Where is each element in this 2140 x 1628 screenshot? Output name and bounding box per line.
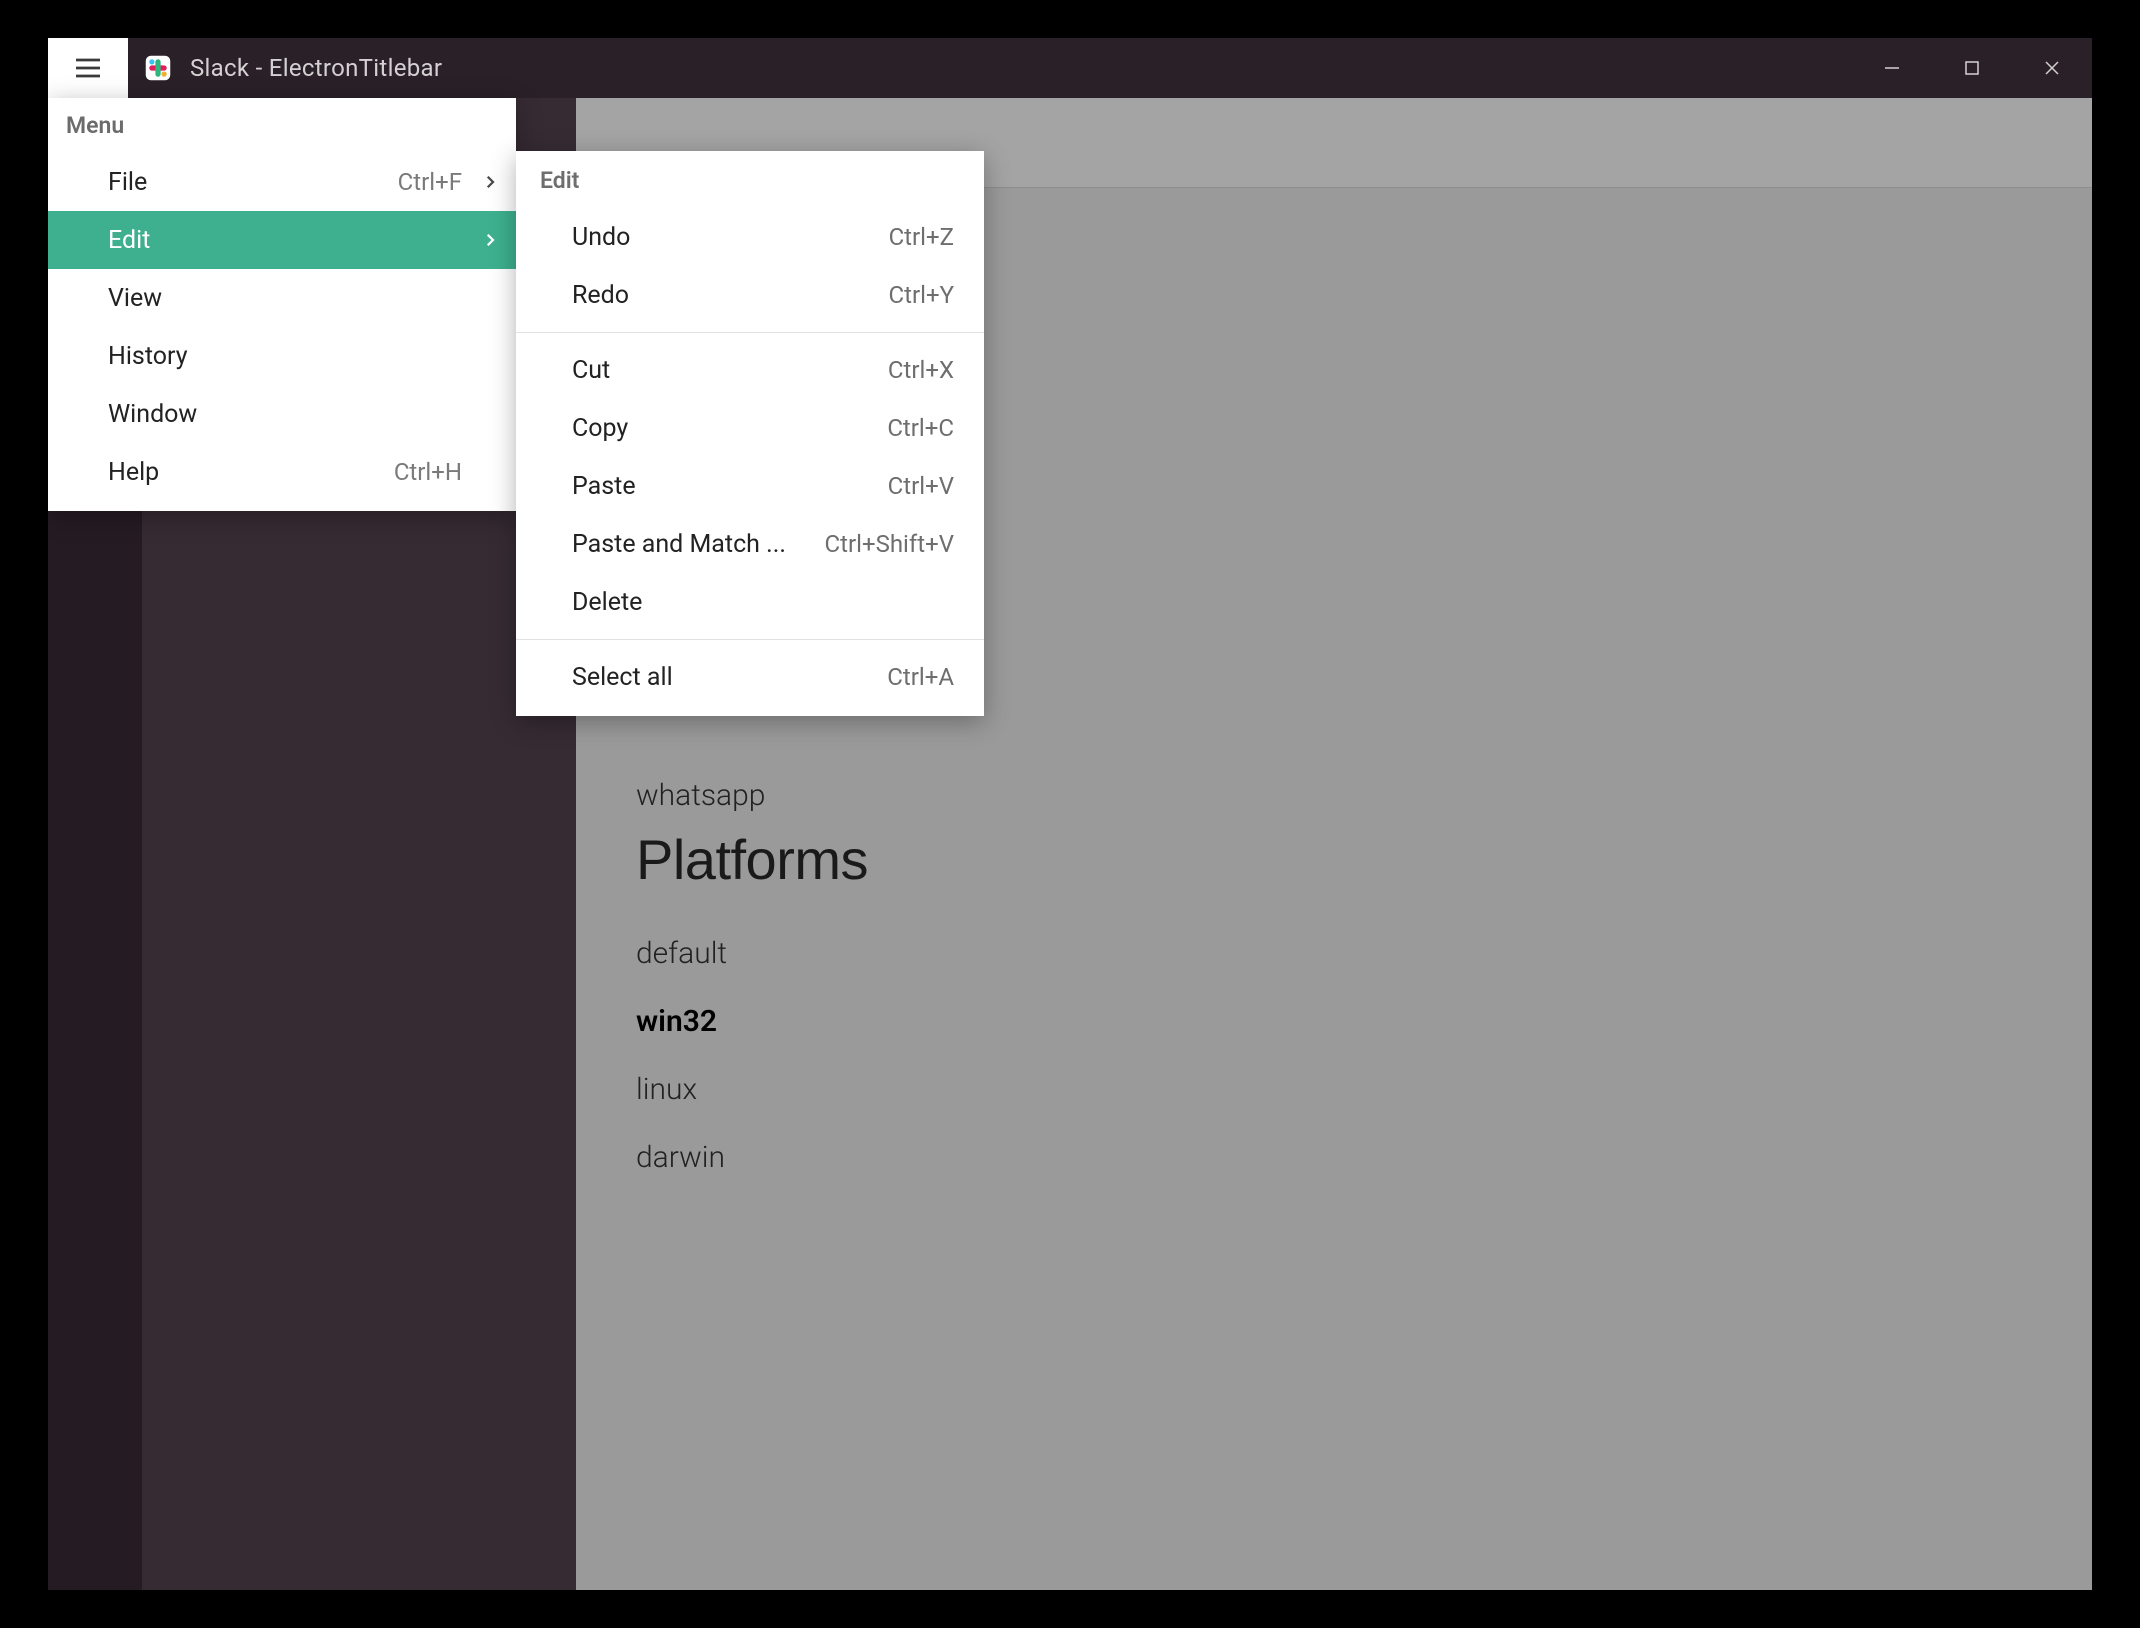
submenu-item-delete[interactable]: Delete xyxy=(516,573,984,631)
menu-item-file[interactable]: FileCtrl+F xyxy=(48,153,516,211)
titlebar: Slack - ElectronTitlebar xyxy=(48,38,2092,98)
submenu-item-accelerator: Ctrl+Shift+V xyxy=(825,530,954,558)
list-item[interactable]: whatsapp xyxy=(636,778,2032,813)
window-title: Slack - ElectronTitlebar xyxy=(190,54,442,82)
window-controls xyxy=(1852,38,2092,98)
app-icon xyxy=(142,52,174,84)
menu-item-accelerator: Ctrl+H xyxy=(394,458,462,486)
submenu-item-select-all[interactable]: Select all Ctrl+A xyxy=(516,648,984,706)
menu-item-label: Help xyxy=(108,458,394,487)
submenu-item-accelerator: Ctrl+X xyxy=(888,356,954,384)
menu-item-label: File xyxy=(108,168,398,197)
menu-separator xyxy=(516,639,984,640)
maximize-button[interactable] xyxy=(1932,38,2012,98)
submenu-item-paste[interactable]: Paste Ctrl+V xyxy=(516,457,984,515)
menu-item-label: Window xyxy=(108,400,496,429)
submenu-item-label: Copy xyxy=(572,414,875,443)
menu-item-edit[interactable]: Edit xyxy=(48,211,516,269)
submenu-item-label: Undo xyxy=(572,223,877,252)
submenu-item-label: Paste xyxy=(572,472,876,501)
submenu-item-paste-and-match-style[interactable]: Paste and Match ... Ctrl+Shift+V xyxy=(516,515,984,573)
main-menu-dropdown: Menu FileCtrl+F Edit View History Window Help… xyxy=(48,98,516,511)
menu-item-history[interactable]: History xyxy=(48,327,516,385)
menu-separator xyxy=(516,332,984,333)
submenu-item-accelerator: Ctrl+A xyxy=(887,663,954,691)
hamburger-icon xyxy=(72,52,104,84)
close-icon xyxy=(2042,58,2062,78)
chevron-right-icon xyxy=(478,173,502,191)
submenu-item-redo[interactable]: Redo Ctrl+Y xyxy=(516,266,984,324)
menu-item-help[interactable]: HelpCtrl+H xyxy=(48,443,516,501)
close-button[interactable] xyxy=(2012,38,2092,98)
submenu-item-undo[interactable]: Undo Ctrl+Z xyxy=(516,208,984,266)
submenu-item-label: Paste and Match ... xyxy=(572,530,813,559)
menu-item-accelerator: Ctrl+F xyxy=(398,168,462,196)
submenu-item-label: Delete xyxy=(572,588,942,617)
section-heading-platforms: Platforms xyxy=(636,827,2032,892)
platform-option-win32[interactable]: win32 xyxy=(636,988,2032,1056)
hamburger-menu-button[interactable] xyxy=(48,38,128,98)
submenu-item-cut[interactable]: Cut Ctrl+X xyxy=(516,341,984,399)
menu-heading: Menu xyxy=(48,98,516,153)
minimize-icon xyxy=(1882,58,1902,78)
platform-option-darwin[interactable]: darwin xyxy=(636,1124,2032,1192)
slack-icon xyxy=(144,54,172,82)
submenu-item-copy[interactable]: Copy Ctrl+C xyxy=(516,399,984,457)
menu-item-view[interactable]: View xyxy=(48,269,516,327)
submenu-item-accelerator: Ctrl+Y xyxy=(889,281,954,309)
platform-option-default[interactable]: default xyxy=(636,920,2032,988)
submenu-item-label: Select all xyxy=(572,663,875,692)
menu-item-label: View xyxy=(108,284,496,313)
platform-option-linux[interactable]: linux xyxy=(636,1056,2032,1124)
platform-list: defaultwin32linuxdarwin xyxy=(636,920,2032,1192)
menu-item-label: History xyxy=(108,342,496,371)
submenu-item-label: Redo xyxy=(572,281,877,310)
chevron-right-icon xyxy=(478,231,502,249)
minimize-button[interactable] xyxy=(1852,38,1932,98)
menu-item-window[interactable]: Window xyxy=(48,385,516,443)
submenu-item-label: Cut xyxy=(572,356,876,385)
submenu-item-accelerator: Ctrl+V xyxy=(888,472,954,500)
submenu-item-accelerator: Ctrl+C xyxy=(887,414,954,442)
submenu-item-accelerator: Ctrl+Z xyxy=(889,223,954,251)
menu-item-label: Edit xyxy=(108,226,496,255)
submenu-heading: Edit xyxy=(516,151,984,208)
edit-submenu: Edit Undo Ctrl+Z Redo Ctrl+Y Cut Ctrl+X Copy Ct… xyxy=(516,151,984,716)
maximize-icon xyxy=(1963,59,1981,77)
